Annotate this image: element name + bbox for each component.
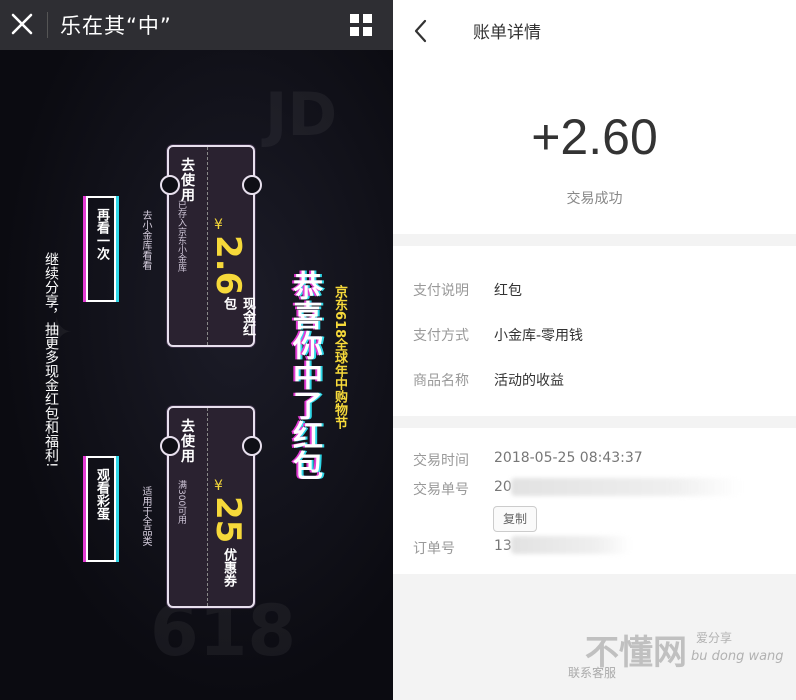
bill-header: 账单详情 xyxy=(393,0,796,62)
redacted-order-no xyxy=(511,536,631,554)
trade-no-value: 20 xyxy=(494,479,512,495)
easter-egg-button[interactable]: 观看彩蛋 xyxy=(86,456,116,562)
watermark-sub: 爱分享 xyxy=(696,631,733,645)
divider xyxy=(47,12,48,38)
use-button-label: 去使用 xyxy=(181,158,195,204)
payment-info-card: 支付说明 红包 支付方式 小金库-零用钱 商品名称 活动的收益 xyxy=(393,246,796,416)
coupon-threshold: 满300可用 xyxy=(176,480,186,525)
payment-desc-label: 支付说明 xyxy=(413,283,469,299)
coupon-type: 优惠券 xyxy=(221,548,236,587)
watermark-pinyin: bu dong wang xyxy=(691,649,784,664)
use-strip[interactable]: 去使用 xyxy=(169,408,208,606)
replay-button[interactable]: 再看一次 xyxy=(86,196,116,302)
trade-time-value: 2018-05-25 08:43:37 xyxy=(494,450,643,466)
share-prompt: 继续分享，抽更多现金红包和福利! xyxy=(43,252,59,468)
payment-method-value: 小金库-零用钱 xyxy=(494,328,584,344)
red-packet-amount: 2.6 xyxy=(208,235,248,296)
ticket-notch xyxy=(242,175,262,195)
use-button-label: 去使用 xyxy=(181,419,195,465)
trade-time-label: 交易时间 xyxy=(413,453,469,469)
easter-egg-button-label: 观看彩蛋 xyxy=(94,468,109,520)
product-name-value: 活动的收益 xyxy=(494,373,564,389)
trade-no-label: 交易单号 xyxy=(413,482,469,498)
order-no-value: 13 xyxy=(494,538,512,554)
promo-webview: 乐在其“中” JD 618 ✦ 去使用 ¥ 2.6 现金红包 已存入京东小金库 … xyxy=(0,0,393,700)
currency-symbol: ¥ xyxy=(214,478,223,494)
use-strip[interactable]: 去使用 xyxy=(169,147,208,345)
transaction-status: 交易成功 xyxy=(566,191,623,207)
payment-method-label: 支付方式 xyxy=(413,328,469,344)
redacted-trade-no xyxy=(511,478,741,496)
red-packet-type: 现金红包 xyxy=(221,297,255,336)
coupon-amount: 25 xyxy=(208,496,248,544)
page-title: 乐在其“中” xyxy=(60,14,172,38)
ticket-desc: 已存入京东小金库 xyxy=(176,200,186,272)
headline: 恭喜你中了红包 xyxy=(287,270,322,480)
order-no-label: 订单号 xyxy=(413,541,455,557)
transaction-info-card: 交易时间 2018-05-25 08:43:37 交易单号 20 复制 订单号 … xyxy=(393,428,796,574)
ticket-notch xyxy=(242,436,262,456)
back-arrow-icon[interactable] xyxy=(411,18,431,44)
coupon-scope: 适用于全品类 xyxy=(140,486,151,546)
payment-desc-value: 红包 xyxy=(494,283,522,299)
bill-title: 账单详情 xyxy=(473,23,541,43)
currency-symbol: ¥ xyxy=(214,217,223,233)
bill-detail-screen: 账单详情 +2.60 交易成功 支付说明 红包 支付方式 小金库-零用钱 商品名… xyxy=(393,0,796,700)
product-name-label: 商品名称 xyxy=(413,373,469,389)
subheadline: 京东618全球年中购物节 xyxy=(332,285,347,430)
watermark-logo-text: 不懂网 xyxy=(585,633,687,673)
copy-button[interactable]: 复制 xyxy=(493,506,537,532)
close-icon[interactable] xyxy=(8,10,36,38)
site-watermark: 不懂网 爱分享 bu dong wang xyxy=(573,625,793,695)
grid-menu-icon[interactable] xyxy=(349,13,373,37)
background-decoration: JD xyxy=(265,80,338,150)
amount-section: +2.60 交易成功 xyxy=(393,62,796,234)
replay-button-label: 再看一次 xyxy=(94,208,109,260)
webview-topbar: 乐在其“中” xyxy=(0,0,393,50)
link-to-vault[interactable]: 去小金库看看 xyxy=(138,210,153,270)
transaction-amount: +2.60 xyxy=(531,109,658,165)
